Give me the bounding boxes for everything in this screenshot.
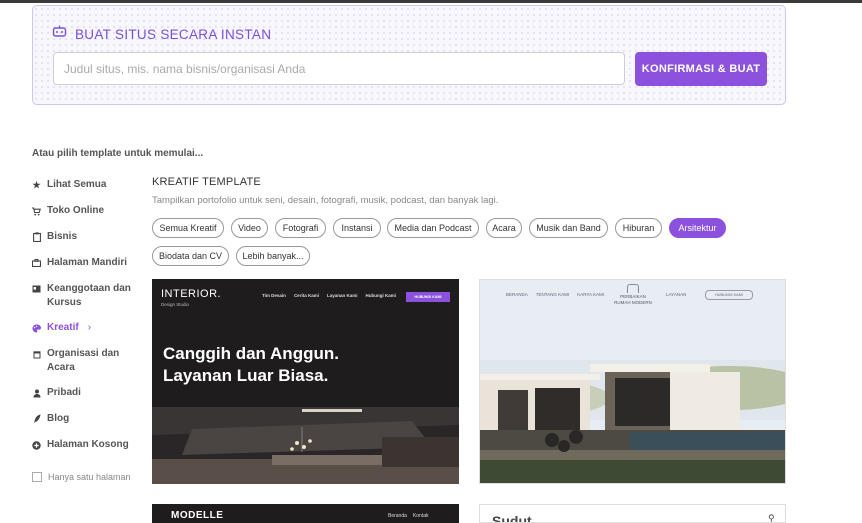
template-logo: Sudut [492, 513, 532, 523]
sidebar-item-label: Blog [47, 413, 70, 424]
modern-house-image [480, 280, 785, 483]
chip-video[interactable]: Video [231, 218, 268, 238]
category-title: KREATIF TEMPLATE [152, 176, 261, 188]
single-page-checkbox[interactable] [32, 472, 42, 482]
template-nav-item: Tim Desain [262, 293, 286, 298]
interior-room-image [152, 407, 459, 484]
template-brand: PERBAIKAN RUMAH MODERN [608, 284, 658, 306]
chevron-right-icon: › [87, 322, 92, 333]
chip-architecture[interactable]: Arsitektur [669, 218, 726, 238]
star-icon: ★ [32, 180, 41, 190]
chip-music-band[interactable]: Musik dan Band [529, 218, 608, 238]
template-subtitle: Design Studio [161, 302, 190, 307]
chip-all-creative[interactable]: Semua Kreatif [152, 218, 224, 238]
single-page-label: Hanya satu halaman [48, 472, 131, 482]
chip-media-podcast[interactable]: Media dan Podcast [387, 218, 479, 238]
sidebar-item-landing-page[interactable]: Halaman Mandiri [32, 256, 127, 270]
instant-title: BUAT SITUS SECARA INSTAN [75, 26, 272, 42]
sidebar-item-online-store[interactable]: Toko Online [32, 204, 104, 218]
sidebar-item-label: Organisasi dan Acara [47, 348, 120, 373]
feather-icon [32, 412, 41, 426]
palette-icon [32, 321, 41, 335]
template-nav-item: Layanan Kami [326, 293, 358, 298]
chip-more[interactable]: Lebih banyak... [236, 246, 310, 266]
user-icon [32, 386, 41, 400]
template-nav: Beranda Kontak [388, 513, 428, 519]
sidebar-item-label: Halaman Mandiri [47, 257, 128, 268]
robot-icon [52, 25, 67, 43]
site-title-input[interactable] [53, 52, 625, 85]
template-nav-item: Beranda [388, 513, 407, 519]
template-nav-button: HUBUNGI KAMI [406, 292, 450, 302]
sidebar-item-blank-page[interactable]: Halaman Kosong [32, 438, 129, 452]
plus-circle-icon [32, 438, 41, 452]
template-nav-item: TENTANG KAMI [535, 292, 570, 297]
top-border [0, 0, 862, 3]
template-nav-item: Hubungi Kami [365, 293, 396, 298]
sidebar-item-label: Keanggotaan dan Kursus [47, 283, 131, 308]
house-logo-icon [627, 284, 639, 293]
sidebar-item-label: Kreatif [47, 322, 79, 333]
sidebar-item-organization[interactable]: Organisasi dan Acara [32, 347, 119, 375]
template-nav-button: HUBUNGI KAMI [705, 290, 753, 300]
instant-site-panel: BUAT SITUS SECARA INSTAN KONFIRMASI & BU… [32, 5, 786, 105]
sidebar-item-membership[interactable]: Keanggotaan dan Kursus [32, 282, 131, 310]
template-nav: Tim Desain Cerita Kami Layanan Kami Hubu… [262, 293, 396, 298]
template-nav-item: Kontak [412, 513, 429, 519]
instant-title-row: BUAT SITUS SECARA INSTAN [52, 25, 271, 43]
sidebar-item-business[interactable]: Bisnis [32, 230, 77, 244]
chip-bio-cv[interactable]: Biodata dan CV [152, 246, 229, 266]
sidebar-item-label: Pribadi [47, 387, 81, 398]
briefcase-icon [32, 256, 41, 270]
template-nav-item: KARYA KAMI [577, 292, 605, 297]
template-hero-text: Canggih dan Anggun. Layanan Luar Biasa. [163, 344, 339, 385]
category-description: Tampilkan portofolio untuk seni, desain,… [152, 195, 499, 206]
template-card-interior[interactable]: INTERIOR. Design Studio Tim Desain Cerit… [152, 279, 459, 484]
search-icon: ⚲ [768, 513, 775, 523]
template-logo: MODELLE [171, 510, 224, 521]
clipboard-icon [32, 230, 41, 244]
template-card-sudut[interactable]: Sudut ⚲ [479, 504, 786, 523]
sidebar-item-creative[interactable]: Kreatif › [32, 321, 91, 335]
sidebar-item-label: Lihat Semua [47, 179, 107, 190]
template-card-modelle[interactable]: MODELLE Beranda Kontak [152, 504, 459, 523]
template-logo: INTERIOR. [161, 288, 222, 300]
template-nav-item: LAYANAN [666, 292, 687, 297]
sidebar-item-label: Toko Online [47, 205, 105, 216]
sidebar-item-personal[interactable]: Pribadi [32, 386, 81, 400]
chip-event[interactable]: Acara [486, 218, 522, 238]
chip-agency[interactable]: Instansi [333, 218, 381, 238]
cart-icon [32, 204, 41, 218]
confirm-create-button[interactable]: KONFIRMASI & BUAT [635, 52, 767, 86]
choose-template-label: Atau pilih template untuk memulai... [32, 148, 204, 159]
sidebar-item-label: Bisnis [47, 231, 78, 242]
template-nav-item: Cerita Kami [293, 293, 319, 298]
chip-photography[interactable]: Fotografi [275, 218, 326, 238]
sidebar-item-label: Halaman Kosong [47, 439, 129, 450]
template-nav: BERANDA TENTANG KAMI KARYA KAMI [506, 292, 604, 297]
calendar-icon [32, 347, 41, 361]
single-page-filter[interactable]: Hanya satu halaman [32, 472, 131, 482]
id-card-icon [32, 282, 41, 296]
sidebar-item-all[interactable]: ★ Lihat Semua [32, 178, 106, 192]
chip-entertainment[interactable]: Hiburan [615, 218, 662, 238]
template-nav-item: BERANDA [506, 292, 528, 297]
sidebar-item-blog[interactable]: Blog [32, 412, 69, 426]
template-card-modern-house[interactable]: BERANDA TENTANG KAMI KARYA KAMI PERBAIKA… [479, 279, 786, 484]
